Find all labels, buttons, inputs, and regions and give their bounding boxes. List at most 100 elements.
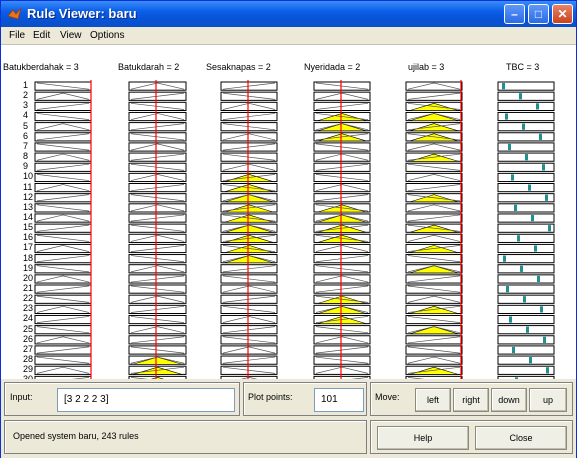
rule-cell[interactable]: [497, 111, 555, 122]
rule-cell[interactable]: [405, 345, 463, 355]
rule-cell[interactable]: [405, 294, 463, 304]
rule-cell[interactable]: [497, 325, 555, 335]
rule-cell[interactable]: [313, 172, 371, 183]
rule-cell[interactable]: [405, 314, 463, 325]
rule-cell[interactable]: [405, 223, 463, 233]
rule-cell[interactable]: [220, 111, 278, 122]
rule-cell[interactable]: [128, 365, 187, 375]
rule-cell[interactable]: [34, 304, 92, 314]
rule-cell[interactable]: [220, 91, 278, 101]
rule-cell[interactable]: [497, 193, 555, 203]
rule-cell[interactable]: [405, 81, 463, 91]
rule-cell[interactable]: [128, 355, 187, 365]
rule-plot-area[interactable]: Batukberdahak = 3 Batukdarah = 2 Sesakna…: [1, 45, 576, 379]
rule-cell[interactable]: [128, 101, 187, 111]
rule-cell[interactable]: [128, 274, 187, 284]
rule-cell[interactable]: [405, 264, 463, 274]
rule-cell[interactable]: [128, 122, 187, 132]
rule-cell[interactable]: [34, 274, 92, 284]
rule-cell[interactable]: [34, 142, 92, 152]
rule-cell[interactable]: [220, 172, 278, 183]
move-up-button[interactable]: up: [529, 388, 567, 412]
rule-cell[interactable]: [313, 264, 371, 274]
rule-cell[interactable]: [313, 325, 371, 335]
menu-edit[interactable]: Edit: [33, 30, 50, 41]
rule-cell[interactable]: [405, 91, 463, 101]
rule-cell[interactable]: [128, 325, 187, 335]
rule-cell[interactable]: [405, 335, 463, 345]
rule-cell[interactable]: [313, 142, 371, 152]
rule-cell[interactable]: [313, 183, 371, 193]
rule-cell[interactable]: [128, 111, 187, 122]
rule-cell[interactable]: [405, 172, 463, 183]
menu-file[interactable]: File: [9, 30, 25, 41]
menu-view[interactable]: View: [60, 30, 82, 41]
rule-cell[interactable]: [313, 213, 371, 223]
rule-cell[interactable]: [220, 233, 278, 243]
rule-cell[interactable]: [497, 345, 555, 355]
rule-cell[interactable]: [220, 274, 278, 284]
rule-cell[interactable]: [497, 233, 555, 243]
rule-cell[interactable]: [497, 264, 555, 274]
rule-cell[interactable]: [313, 335, 371, 345]
rule-cell[interactable]: [497, 183, 555, 193]
title-bar[interactable]: Rule Viewer: baru – □ ✕: [1, 1, 576, 27]
rule-cell[interactable]: [497, 213, 555, 223]
rule-cell[interactable]: [34, 132, 92, 142]
help-button[interactable]: Help: [377, 426, 469, 450]
rule-cell[interactable]: [128, 172, 187, 183]
rule-cell[interactable]: [220, 284, 278, 294]
rule-cell[interactable]: [405, 355, 463, 365]
rule-cell[interactable]: [34, 162, 92, 172]
rule-cell[interactable]: [313, 284, 371, 294]
maximize-button[interactable]: □: [528, 4, 549, 24]
rule-cell[interactable]: [497, 254, 555, 264]
rule-cell[interactable]: [313, 223, 371, 233]
rule-cell[interactable]: [220, 345, 278, 355]
rule-cell[interactable]: [405, 152, 463, 162]
rule-cell[interactable]: [313, 243, 371, 254]
membership-function-grid[interactable]: [1, 45, 576, 379]
rule-cell[interactable]: [34, 294, 92, 304]
rule-cell[interactable]: [220, 264, 278, 274]
rule-cell[interactable]: [313, 111, 371, 122]
rule-cell[interactable]: [34, 203, 92, 213]
rule-cell[interactable]: [497, 355, 555, 365]
rule-cell[interactable]: [405, 254, 463, 264]
rule-cell[interactable]: [405, 325, 463, 335]
rule-cell[interactable]: [313, 254, 371, 264]
rule-cell[interactable]: [497, 243, 555, 254]
input-field[interactable]: [3 2 2 2 3]: [57, 388, 235, 412]
rule-cell[interactable]: [220, 213, 278, 223]
rule-cell[interactable]: [497, 203, 555, 213]
rule-cell[interactable]: [128, 304, 187, 314]
rule-cell[interactable]: [220, 355, 278, 365]
rule-cell[interactable]: [128, 91, 187, 101]
rule-cell[interactable]: [34, 233, 92, 243]
rule-cell[interactable]: [34, 284, 92, 294]
rule-cell[interactable]: [497, 122, 555, 132]
rule-cell[interactable]: [34, 243, 92, 254]
rule-cell[interactable]: [497, 81, 555, 91]
rule-cell[interactable]: [128, 193, 187, 203]
rule-cell[interactable]: [128, 345, 187, 355]
rule-cell[interactable]: [497, 142, 555, 152]
rule-cell[interactable]: [220, 122, 278, 132]
rule-cell[interactable]: [313, 101, 371, 111]
rule-cell[interactable]: [128, 314, 187, 325]
rule-cell[interactable]: [313, 365, 371, 375]
rule-cell[interactable]: [34, 152, 92, 162]
minimize-button[interactable]: –: [504, 4, 525, 24]
rule-cell[interactable]: [220, 314, 278, 325]
rule-cell[interactable]: [313, 81, 371, 91]
rule-cell[interactable]: [220, 203, 278, 213]
rule-cell[interactable]: [34, 91, 92, 101]
rule-cell[interactable]: [313, 294, 371, 304]
rule-cell[interactable]: [34, 213, 92, 223]
rule-cell[interactable]: [313, 304, 371, 314]
rule-cell[interactable]: [405, 304, 463, 314]
rule-cell[interactable]: [405, 274, 463, 284]
rule-cell[interactable]: [128, 152, 187, 162]
rule-cell[interactable]: [313, 152, 371, 162]
rule-cell[interactable]: [128, 233, 187, 243]
